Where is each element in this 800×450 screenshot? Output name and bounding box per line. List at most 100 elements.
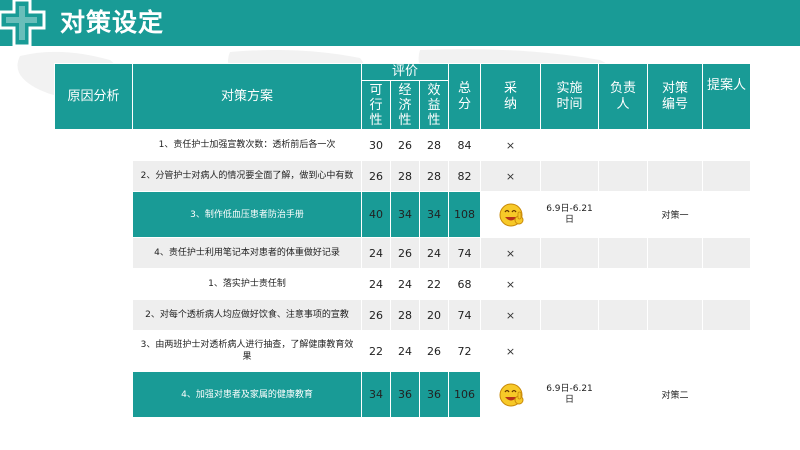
effect-score: 20 xyxy=(419,299,449,331)
owner-cell xyxy=(598,160,648,192)
period-cell xyxy=(540,268,599,300)
period-cell: 6.9日-6.21 日 xyxy=(540,191,599,238)
proposer-cell xyxy=(702,330,751,372)
header-proposer: 提案人 xyxy=(702,63,751,130)
header-code: 对策 编号 xyxy=(647,63,703,130)
economy-score: 26 xyxy=(390,129,420,161)
header-adopt: 采 纳 xyxy=(480,63,541,130)
feasibility-score: 22 xyxy=(361,330,391,372)
adopt-cell: × xyxy=(480,237,541,269)
economy-score: 24 xyxy=(390,268,420,300)
adopt-cell: × xyxy=(480,299,541,331)
feasibility-score: 24 xyxy=(361,237,391,269)
effect-score: 34 xyxy=(419,191,449,238)
cause-cell: 2、健康教育 不到位 xyxy=(54,268,133,418)
period-cell xyxy=(540,299,599,331)
economy-score: 28 xyxy=(390,160,420,192)
smiley-thumbs-up-icon xyxy=(499,203,523,226)
feasibility-score: 40 xyxy=(361,191,391,238)
total-score: 108 xyxy=(448,191,481,238)
measure-cell: 1、落实护士责任制 xyxy=(132,268,362,300)
owner-cell xyxy=(598,191,648,238)
header-cause: 原因分析 xyxy=(54,63,133,130)
table-row: 4、责任护士利用笔记本对患者的体重做好记录 24 26 24 74 × xyxy=(55,237,751,269)
code-cell: 对策一 xyxy=(647,191,703,238)
smiley-thumbs-up-icon xyxy=(499,383,523,406)
table-row: 2、健康教育 不到位 1、落实护士责任制 24 24 22 68 × xyxy=(54,268,751,418)
header-measure: 对策方案 xyxy=(132,63,362,130)
effect-score: 24 xyxy=(419,237,449,269)
owner-cell xyxy=(598,371,648,418)
feasibility-score: 30 xyxy=(361,129,391,161)
economy-score: 26 xyxy=(390,237,420,269)
economy-score: 34 xyxy=(390,191,420,238)
proposer-cell xyxy=(702,299,751,331)
adopt-cell: × xyxy=(480,330,541,372)
table-row: 3、制作低血压患者防治手册 40 34 34 108 6.9日-6.21 日对策一 xyxy=(55,191,751,238)
adopt-cell xyxy=(480,371,541,418)
proposer-cell xyxy=(702,160,751,192)
header-period: 实施 时间 xyxy=(540,63,599,130)
total-score: 106 xyxy=(448,371,481,418)
header-economy: 经 济 性 xyxy=(390,80,420,130)
economy-score: 24 xyxy=(390,330,420,372)
feasibility-score: 26 xyxy=(361,299,391,331)
total-score: 74 xyxy=(448,237,481,269)
effect-score: 36 xyxy=(419,371,449,418)
measure-cell: 1、责任护士加强宣教次数：透析前后各一次 xyxy=(132,129,362,161)
period-cell: 6.9日-6.21 日 xyxy=(540,371,599,418)
proposer-cell xyxy=(702,371,751,418)
feasibility-score: 24 xyxy=(361,268,391,300)
owner-cell xyxy=(598,129,648,161)
measure-cell: 3、由两班护士对透析病人进行抽查，了解健康教育效果 xyxy=(132,330,362,372)
total-score: 74 xyxy=(448,299,481,331)
header-owner: 负责 人 xyxy=(598,63,648,130)
countermeasure-table: 原因分析 对策方案 评价 总 分 采 纳 实施 时间 负责 人 对策 编号 提案… xyxy=(54,63,751,418)
code-cell xyxy=(647,237,703,269)
feasibility-score: 34 xyxy=(361,371,391,418)
adopt-cell: × xyxy=(480,129,541,161)
code-cell xyxy=(647,268,703,300)
adopt-cell: × xyxy=(480,268,541,300)
table-row: 2、分管护士对病人的情况要全面了解，做到心中有数 26 28 28 82 × xyxy=(55,160,751,192)
header-effect: 效 益 性 xyxy=(419,80,449,130)
measure-cell: 4、责任护士利用笔记本对患者的体重做好记录 xyxy=(132,237,362,269)
code-cell xyxy=(647,129,703,161)
period-cell xyxy=(540,237,599,269)
owner-cell xyxy=(598,268,648,300)
code-cell: 对策二 xyxy=(647,371,703,418)
total-score: 72 xyxy=(448,330,481,372)
measure-cell: 3、制作低血压患者防治手册 xyxy=(132,191,362,238)
economy-score: 28 xyxy=(390,299,420,331)
total-score: 84 xyxy=(448,129,481,161)
header-feasibility: 可 行 性 xyxy=(361,80,391,130)
medical-cross-logo-icon xyxy=(0,0,46,46)
effect-score: 22 xyxy=(419,268,449,300)
economy-score: 36 xyxy=(390,371,420,418)
code-cell xyxy=(647,330,703,372)
owner-cell xyxy=(598,237,648,269)
cause-cell: 1、缺乏相关 的宣教资料 xyxy=(54,129,133,269)
page-title: 对策设定 xyxy=(60,8,165,37)
proposer-cell xyxy=(702,191,751,238)
period-cell xyxy=(540,129,599,161)
header-eval-group: 评价 xyxy=(361,63,449,81)
adopt-cell: × xyxy=(480,160,541,192)
proposer-cell xyxy=(702,129,751,161)
table-row: 1、缺乏相关 的宣教资料 1、责任护士加强宣教次数：透析前后各一次 30 26 28 84… xyxy=(54,129,751,269)
table-row: 4、加强对患者及家属的健康教育 34 36 36 106 6.9日-6.21 日对策二 xyxy=(55,371,751,418)
feasibility-score: 26 xyxy=(361,160,391,192)
owner-cell xyxy=(598,299,648,331)
effect-score: 26 xyxy=(419,330,449,372)
title-bar: 对策设定 xyxy=(0,0,800,46)
effect-score: 28 xyxy=(419,129,449,161)
period-cell xyxy=(540,160,599,192)
header-total: 总 分 xyxy=(448,63,481,130)
adopt-cell xyxy=(480,191,541,238)
code-cell xyxy=(647,299,703,331)
proposer-cell xyxy=(702,237,751,269)
code-cell xyxy=(647,160,703,192)
measure-cell: 2、分管护士对病人的情况要全面了解，做到心中有数 xyxy=(132,160,362,192)
total-score: 68 xyxy=(448,268,481,300)
owner-cell xyxy=(598,330,648,372)
